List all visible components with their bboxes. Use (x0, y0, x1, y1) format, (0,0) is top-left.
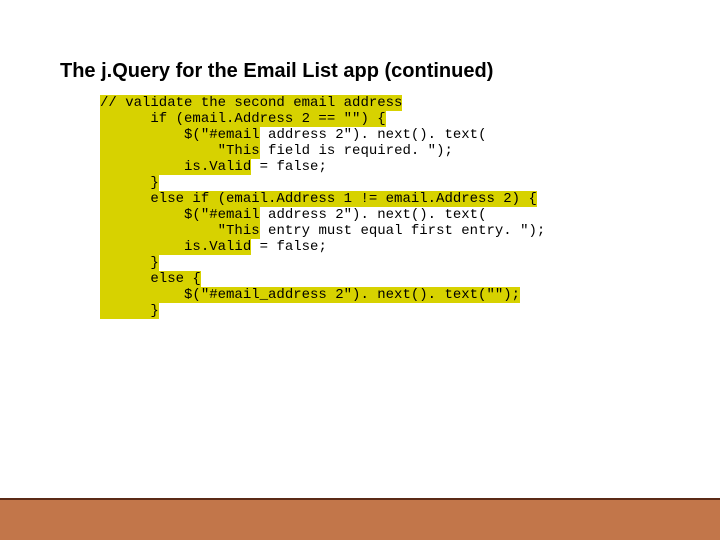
code-line-12: else { (100, 271, 201, 287)
code-line-1: // validate the second email address (100, 95, 402, 111)
code-line-10b: = false; (251, 239, 327, 255)
code-block: // validate the second email address if … (100, 95, 545, 319)
code-line-9a: "This (100, 223, 260, 239)
code-line-3a: $("#email (100, 127, 260, 143)
code-line-5a: is.Valid (100, 159, 251, 175)
code-line-8a: $("#email (100, 207, 260, 223)
code-line-4a: "This (100, 143, 260, 159)
code-line-6: } (100, 175, 159, 191)
code-line-7: else if (email.Address 1 != email.Addres… (100, 191, 537, 207)
code-line-13: $("#email_address 2"). next(). text(""); (100, 287, 520, 303)
code-line-14: } (100, 303, 159, 319)
footer-bar (0, 498, 720, 540)
code-line-4b: field is required. "); (260, 143, 453, 159)
slide-title: The j.Query for the Email List app (cont… (60, 60, 493, 83)
code-line-9b: entry must equal first entry. "); (260, 223, 546, 239)
code-line-3b: address 2"). next(). text( (260, 127, 487, 143)
code-line-11: } (100, 255, 159, 271)
code-line-8b: address 2"). next(). text( (260, 207, 487, 223)
slide: The j.Query for the Email List app (cont… (0, 0, 720, 540)
code-line-2: if (email.Address 2 == "") { (100, 111, 386, 127)
code-line-10a: is.Valid (100, 239, 251, 255)
code-line-5b: = false; (251, 159, 327, 175)
